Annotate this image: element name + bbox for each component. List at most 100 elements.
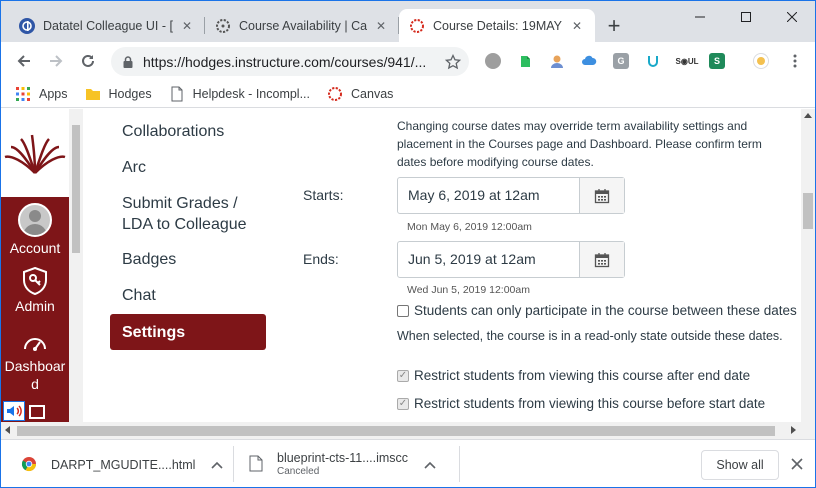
start-date-input[interactable]: May 6, 2019 at 12am bbox=[397, 177, 625, 214]
participate-between-dates-checkbox[interactable]: Students can only participate in the cou… bbox=[397, 303, 797, 318]
bookmark-canvas[interactable]: Canvas bbox=[327, 86, 393, 102]
back-button[interactable] bbox=[11, 48, 37, 74]
calendar-icon[interactable] bbox=[579, 178, 624, 213]
forward-button[interactable] bbox=[43, 48, 69, 74]
bookmark-hodges[interactable]: Hodges bbox=[85, 86, 152, 102]
close-icon[interactable]: ✕ bbox=[179, 19, 195, 33]
bookmark-apps[interactable]: Apps bbox=[15, 86, 68, 102]
course-nav-arc[interactable]: Arc bbox=[122, 157, 146, 178]
global-nav-account[interactable]: Account bbox=[1, 203, 69, 257]
close-downloads-bar-icon[interactable] bbox=[791, 458, 803, 473]
canvas-page: Account Admin Dashboar d Collaborations bbox=[1, 109, 801, 422]
tab-colleague[interactable]: Datatel Colleague UI - [L ✕ bbox=[9, 9, 205, 42]
s-extension-icon[interactable]: S bbox=[709, 53, 725, 69]
shield-key-icon bbox=[1, 267, 69, 297]
reload-button[interactable] bbox=[75, 48, 101, 74]
bookmark-star-icon[interactable] bbox=[444, 53, 462, 73]
close-icon[interactable]: ✕ bbox=[373, 19, 389, 33]
global-nav-label: Admin bbox=[15, 298, 55, 314]
start-date-hint: Mon May 6, 2019 12:00am bbox=[407, 221, 532, 233]
bookmark-label: Helpdesk - Incompl... bbox=[192, 86, 311, 101]
page-icon bbox=[169, 86, 185, 102]
global-nav-scrollbar[interactable] bbox=[69, 109, 83, 422]
avatar-extension-icon[interactable] bbox=[549, 53, 565, 69]
hodges-logo[interactable] bbox=[3, 133, 67, 180]
page-scrollbar[interactable] bbox=[801, 109, 815, 422]
global-nav: Account Admin Dashboar d bbox=[1, 109, 69, 422]
course-nav-settings[interactable]: Settings bbox=[110, 314, 266, 350]
scrollbar-thumb[interactable] bbox=[17, 426, 775, 436]
canvas-icon bbox=[215, 18, 231, 34]
course-dates-notice: Changing course dates may override term … bbox=[397, 119, 762, 169]
global-nav-dashboard[interactable]: Dashboar d bbox=[1, 331, 69, 393]
restrict-after-end-checkbox[interactable]: ✓ Restrict students from viewing this co… bbox=[397, 368, 750, 383]
bookmark-helpdesk[interactable]: Helpdesk - Incompl... bbox=[169, 86, 310, 102]
checkbox-label: Students can only participate in the cou… bbox=[414, 303, 797, 318]
browser-toolbar: https://hodges.instructure.com/courses/9… bbox=[1, 42, 815, 80]
tab-course-details[interactable]: Course Details: 19MAY In ✕ bbox=[399, 9, 595, 42]
apps-grid-icon bbox=[15, 86, 31, 102]
back-arrow-icon bbox=[17, 55, 30, 67]
chevron-up-icon[interactable] bbox=[211, 458, 224, 472]
course-settings-form: Changing course dates may override term … bbox=[301, 109, 801, 422]
course-nav-badges[interactable]: Badges bbox=[122, 249, 176, 270]
maximize-icon bbox=[741, 12, 751, 22]
avatar bbox=[18, 203, 52, 237]
close-window-button[interactable] bbox=[769, 1, 815, 33]
scroll-left-arrow-icon[interactable] bbox=[5, 426, 10, 434]
menu-kebab-icon[interactable] bbox=[787, 53, 803, 72]
download-status: Canceled bbox=[277, 466, 320, 477]
start-date-value: May 6, 2019 at 12am bbox=[408, 187, 540, 203]
reload-icon bbox=[82, 54, 94, 67]
download-filename: blueprint-cts-11....imscc bbox=[277, 451, 409, 465]
calendar-icon[interactable] bbox=[579, 242, 624, 277]
download-item-blueprint[interactable]: blueprint-cts-11....imscc Canceled bbox=[249, 448, 449, 482]
minimize-icon bbox=[695, 16, 705, 18]
global-nav-label: Account bbox=[9, 240, 61, 256]
scroll-right-arrow-icon[interactable] bbox=[791, 426, 796, 434]
browser-window: Datatel Colleague UI - [L ✕ Course Avail… bbox=[0, 0, 816, 488]
close-icon[interactable]: ✕ bbox=[569, 19, 585, 33]
global-nav-label: Dashboar d bbox=[4, 358, 66, 392]
u-extension-icon[interactable] bbox=[645, 53, 661, 69]
tab-course-availability[interactable]: Course Availability | Canv ✕ bbox=[205, 9, 399, 42]
bookmark-label: Canvas bbox=[351, 86, 394, 101]
extension-circle-icon[interactable] bbox=[485, 53, 501, 69]
scrollbar-thumb[interactable] bbox=[803, 193, 813, 229]
bookmarks-bar: Apps Hodges Helpdesk - Incompl... Canvas bbox=[1, 80, 815, 108]
url-text: https://hodges.instructure.com/courses/9… bbox=[143, 53, 427, 70]
tab-title: Course Details: 19MAY In bbox=[433, 18, 563, 33]
lock-icon bbox=[123, 55, 133, 68]
minimize-button[interactable] bbox=[677, 1, 723, 33]
read-aloud-icon[interactable] bbox=[3, 401, 25, 421]
dashboard-gauge-icon bbox=[1, 331, 69, 357]
new-tab-button[interactable]: + bbox=[601, 13, 627, 39]
evernote-icon[interactable] bbox=[517, 53, 533, 69]
checkmark-icon[interactable]: ✓ bbox=[397, 397, 409, 410]
checkbox-box[interactable] bbox=[397, 304, 409, 317]
show-all-button[interactable]: Show all bbox=[701, 450, 779, 480]
profile-avatar-icon[interactable] bbox=[753, 53, 769, 69]
horizontal-scrollbar[interactable] bbox=[1, 422, 815, 439]
cloud-icon[interactable] bbox=[581, 53, 597, 69]
course-nav: Collaborations Arc Submit Grades / LDA t… bbox=[83, 109, 283, 422]
download-item-darpt[interactable]: DARPT_MGUDITE....html bbox=[21, 448, 224, 482]
global-nav-admin[interactable]: Admin bbox=[1, 267, 69, 315]
maximize-button[interactable] bbox=[723, 1, 769, 33]
course-nav-collaborations[interactable]: Collaborations bbox=[122, 121, 224, 142]
canvas-icon bbox=[409, 18, 425, 34]
course-nav-submit-grades[interactable]: Submit Grades / LDA to Colleague bbox=[122, 193, 272, 235]
checkbox-label: Restrict students from viewing this cour… bbox=[414, 396, 766, 411]
canvas-icon bbox=[327, 86, 343, 102]
soul-extension-icon[interactable]: S◉UL bbox=[676, 53, 699, 69]
end-date-input[interactable]: Jun 5, 2019 at 12am bbox=[397, 241, 625, 278]
restrict-before-start-checkbox[interactable]: ✓ Restrict students from viewing this co… bbox=[397, 396, 765, 411]
course-nav-chat[interactable]: Chat bbox=[122, 285, 156, 306]
participate-note: When selected, the course is in a read-o… bbox=[397, 329, 783, 343]
address-bar[interactable]: https://hodges.instructure.com/courses/9… bbox=[111, 47, 469, 76]
close-icon bbox=[787, 12, 797, 22]
g-extension-icon[interactable]: G bbox=[613, 53, 629, 69]
scroll-up-arrow-icon[interactable] bbox=[804, 113, 812, 118]
checkmark-icon[interactable]: ✓ bbox=[397, 369, 409, 382]
chevron-up-icon[interactable] bbox=[424, 458, 436, 472]
